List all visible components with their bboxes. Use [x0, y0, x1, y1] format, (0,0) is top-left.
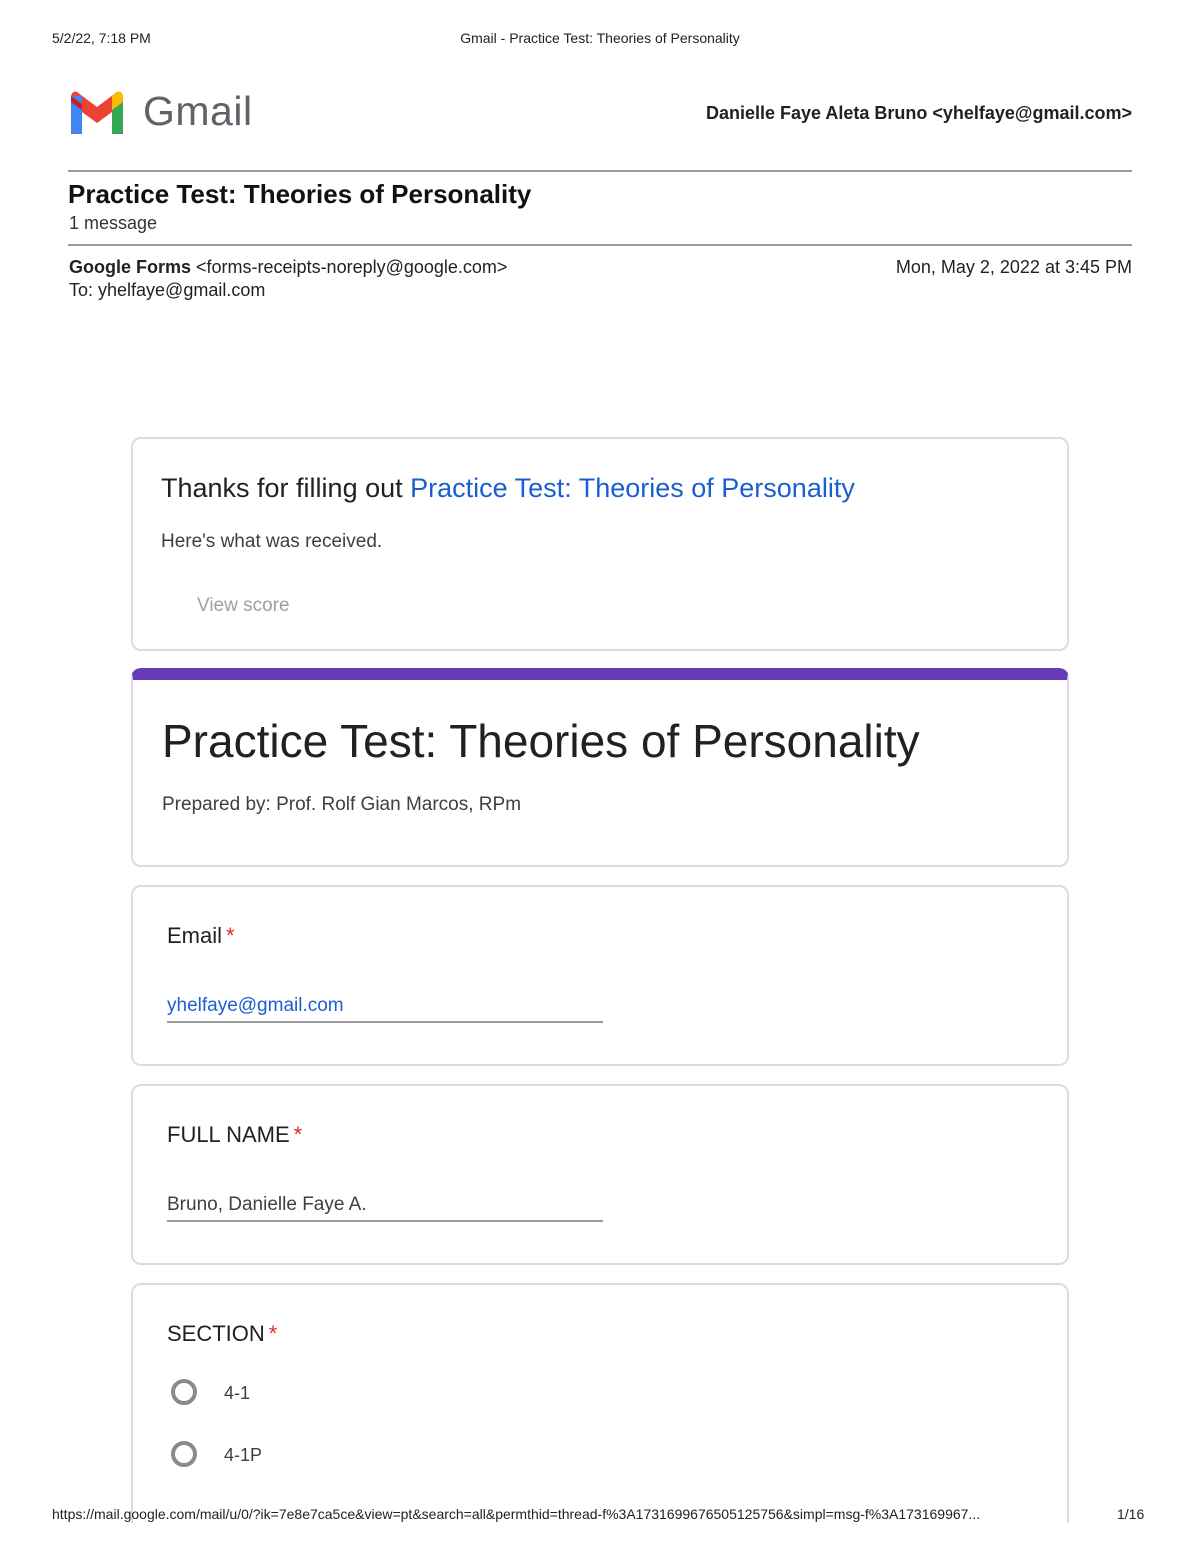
question-label: FULL NAME * — [167, 1122, 302, 1148]
sender-name: Google Forms — [69, 257, 192, 277]
radio-circle-icon[interactable] — [171, 1379, 197, 1405]
required-asterisk: * — [226, 923, 235, 948]
form-title-card: Practice Test: Theories of Personality P… — [131, 668, 1069, 867]
email-answer: yhelfaye@gmail.com — [167, 995, 603, 1023]
form-description: Prepared by: Prof. Rolf Gian Marcos, RPm — [162, 794, 522, 815]
required-asterisk: * — [268, 1321, 278, 1346]
received-text: Here's what was received. — [161, 531, 383, 552]
question-label-text: FULL NAME — [167, 1122, 290, 1147]
full-name-answer: Bruno, Danielle Faye A. — [167, 1194, 603, 1222]
message-count: 1 message — [69, 213, 158, 233]
question-label: SECTION * — [167, 1321, 277, 1347]
radio-option-label: 4-1P — [224, 1445, 263, 1465]
account-name: Danielle Faye Aleta Bruno <yhelfaye@gmai… — [705, 103, 1132, 123]
view-score-button[interactable]: View score — [197, 595, 290, 617]
print-url: https://mail.google.com/mail/u/0/?ik=7e8… — [52, 1506, 981, 1522]
question-label-text: SECTION — [167, 1321, 265, 1346]
question-label: Email * — [167, 923, 235, 949]
message-date: Mon, May 2, 2022 at 3:45 PM — [895, 257, 1132, 277]
receipt-card: Thanks for filling out Practice Test: Th… — [131, 437, 1069, 651]
question-full-name: FULL NAME * Bruno, Danielle Faye A. — [131, 1084, 1069, 1265]
sender-email: <forms-receipts-noreply@google.com> — [196, 257, 508, 277]
thanks-prefix: Thanks for filling out — [161, 473, 411, 503]
form-title: Practice Test: Theories of Personality — [162, 715, 920, 767]
thread-subject: Practice Test: Theories of Personality — [68, 179, 532, 209]
sender: Google Forms <forms-receipts-noreply@goo… — [69, 257, 507, 278]
radio-option-label: 4-1 — [224, 1383, 251, 1403]
question-section: SECTION * 4-1 4-1P — [131, 1283, 1069, 1523]
recipient-line: To: yhelfaye@gmail.com — [69, 280, 266, 300]
gmail-logo-text: Gmail — [143, 88, 253, 134]
divider — [68, 170, 1132, 172]
question-email: Email * yhelfaye@gmail.com — [131, 885, 1069, 1066]
divider — [68, 244, 1132, 246]
print-page-number: 1/16 — [1117, 1506, 1145, 1522]
required-asterisk: * — [293, 1122, 303, 1147]
radio-circle-icon[interactable] — [171, 1441, 197, 1467]
thanks-heading: Thanks for filling out Practice Test: Th… — [161, 473, 855, 504]
form-link[interactable]: Practice Test: Theories of Personality — [410, 473, 855, 503]
gmail-logo-icon — [71, 91, 123, 134]
question-label-text: Email — [167, 923, 223, 948]
print-tab-title: Gmail - Practice Test: Theories of Perso… — [460, 30, 740, 46]
